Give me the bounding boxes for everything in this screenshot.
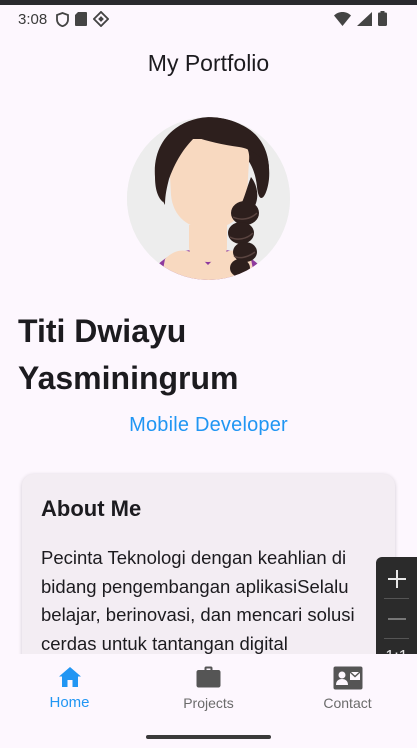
about-title: About Me bbox=[41, 496, 142, 521]
nav-label-home: Home bbox=[49, 694, 90, 711]
wifi-icon bbox=[334, 11, 351, 26]
briefcase-icon bbox=[196, 666, 221, 688]
diamond-icon bbox=[93, 11, 109, 27]
minus-icon bbox=[387, 618, 406, 620]
nav-label-contact: Contact bbox=[323, 695, 372, 711]
nav-item-projects[interactable]: Projects bbox=[139, 654, 278, 724]
signal-icon bbox=[357, 11, 372, 26]
profile-name: Titi Dwiayu Yasminingrum bbox=[18, 313, 239, 396]
home-icon bbox=[58, 667, 81, 687]
status-icons-left bbox=[56, 11, 109, 27]
about-text: Pecinta Teknologi dengan keahlian di bid… bbox=[41, 547, 355, 654]
nav-item-contact[interactable]: Contact bbox=[278, 654, 417, 724]
bottom-navigation: Home Projects Contact bbox=[0, 654, 417, 748]
status-bar: 3:08 bbox=[0, 5, 417, 33]
avatar bbox=[127, 117, 290, 280]
plus-icon bbox=[387, 570, 406, 588]
nav-item-home[interactable]: Home bbox=[0, 654, 139, 724]
sd-card-icon bbox=[75, 12, 87, 26]
status-icons-right bbox=[334, 11, 387, 26]
home-indicator[interactable] bbox=[146, 735, 271, 739]
page-title: My Portfolio bbox=[147, 50, 270, 76]
avatar-illustration bbox=[127, 117, 290, 280]
nav-label-projects: Projects bbox=[183, 695, 234, 711]
shield-icon bbox=[56, 11, 69, 27]
zoom-in-button[interactable] bbox=[376, 559, 417, 599]
zoom-out-button[interactable] bbox=[376, 599, 417, 639]
battery-icon bbox=[378, 11, 387, 26]
contact-card-icon bbox=[333, 666, 362, 690]
status-time: 3:08 bbox=[18, 11, 48, 28]
profile-role: Mobile Developer bbox=[129, 414, 288, 436]
